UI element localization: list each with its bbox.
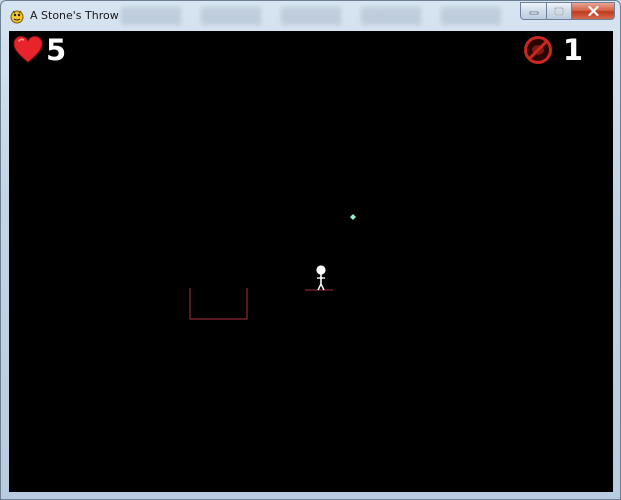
minimize-button[interactable] xyxy=(520,2,546,20)
stones-counter: 1 xyxy=(523,35,583,65)
minimize-icon xyxy=(529,11,538,15)
goal-basket xyxy=(189,288,248,320)
game-canvas[interactable]: 5 1 xyxy=(9,31,613,492)
player-head xyxy=(316,265,326,275)
lives-value: 5 xyxy=(46,33,67,67)
lives-counter: 5 xyxy=(13,35,66,65)
player-stick-figure[interactable] xyxy=(305,265,333,291)
pygame-snake-icon[interactable] xyxy=(9,8,25,24)
stones-value: 1 xyxy=(562,33,583,67)
titlebar-glass-reflection xyxy=(121,7,501,25)
game-window: A Stone's Throw 5 1 xyxy=(0,0,621,500)
close-button[interactable] xyxy=(572,2,615,20)
maximize-button[interactable] xyxy=(546,2,572,20)
window-title: A Stone's Throw xyxy=(30,9,119,22)
thrown-stone xyxy=(350,214,356,220)
close-icon xyxy=(587,6,599,16)
title-bar[interactable]: A Stone's Throw xyxy=(1,1,620,30)
no-stone-icon xyxy=(523,36,552,64)
maximize-icon xyxy=(554,6,564,16)
window-controls xyxy=(520,2,615,21)
heart-icon xyxy=(13,35,43,63)
